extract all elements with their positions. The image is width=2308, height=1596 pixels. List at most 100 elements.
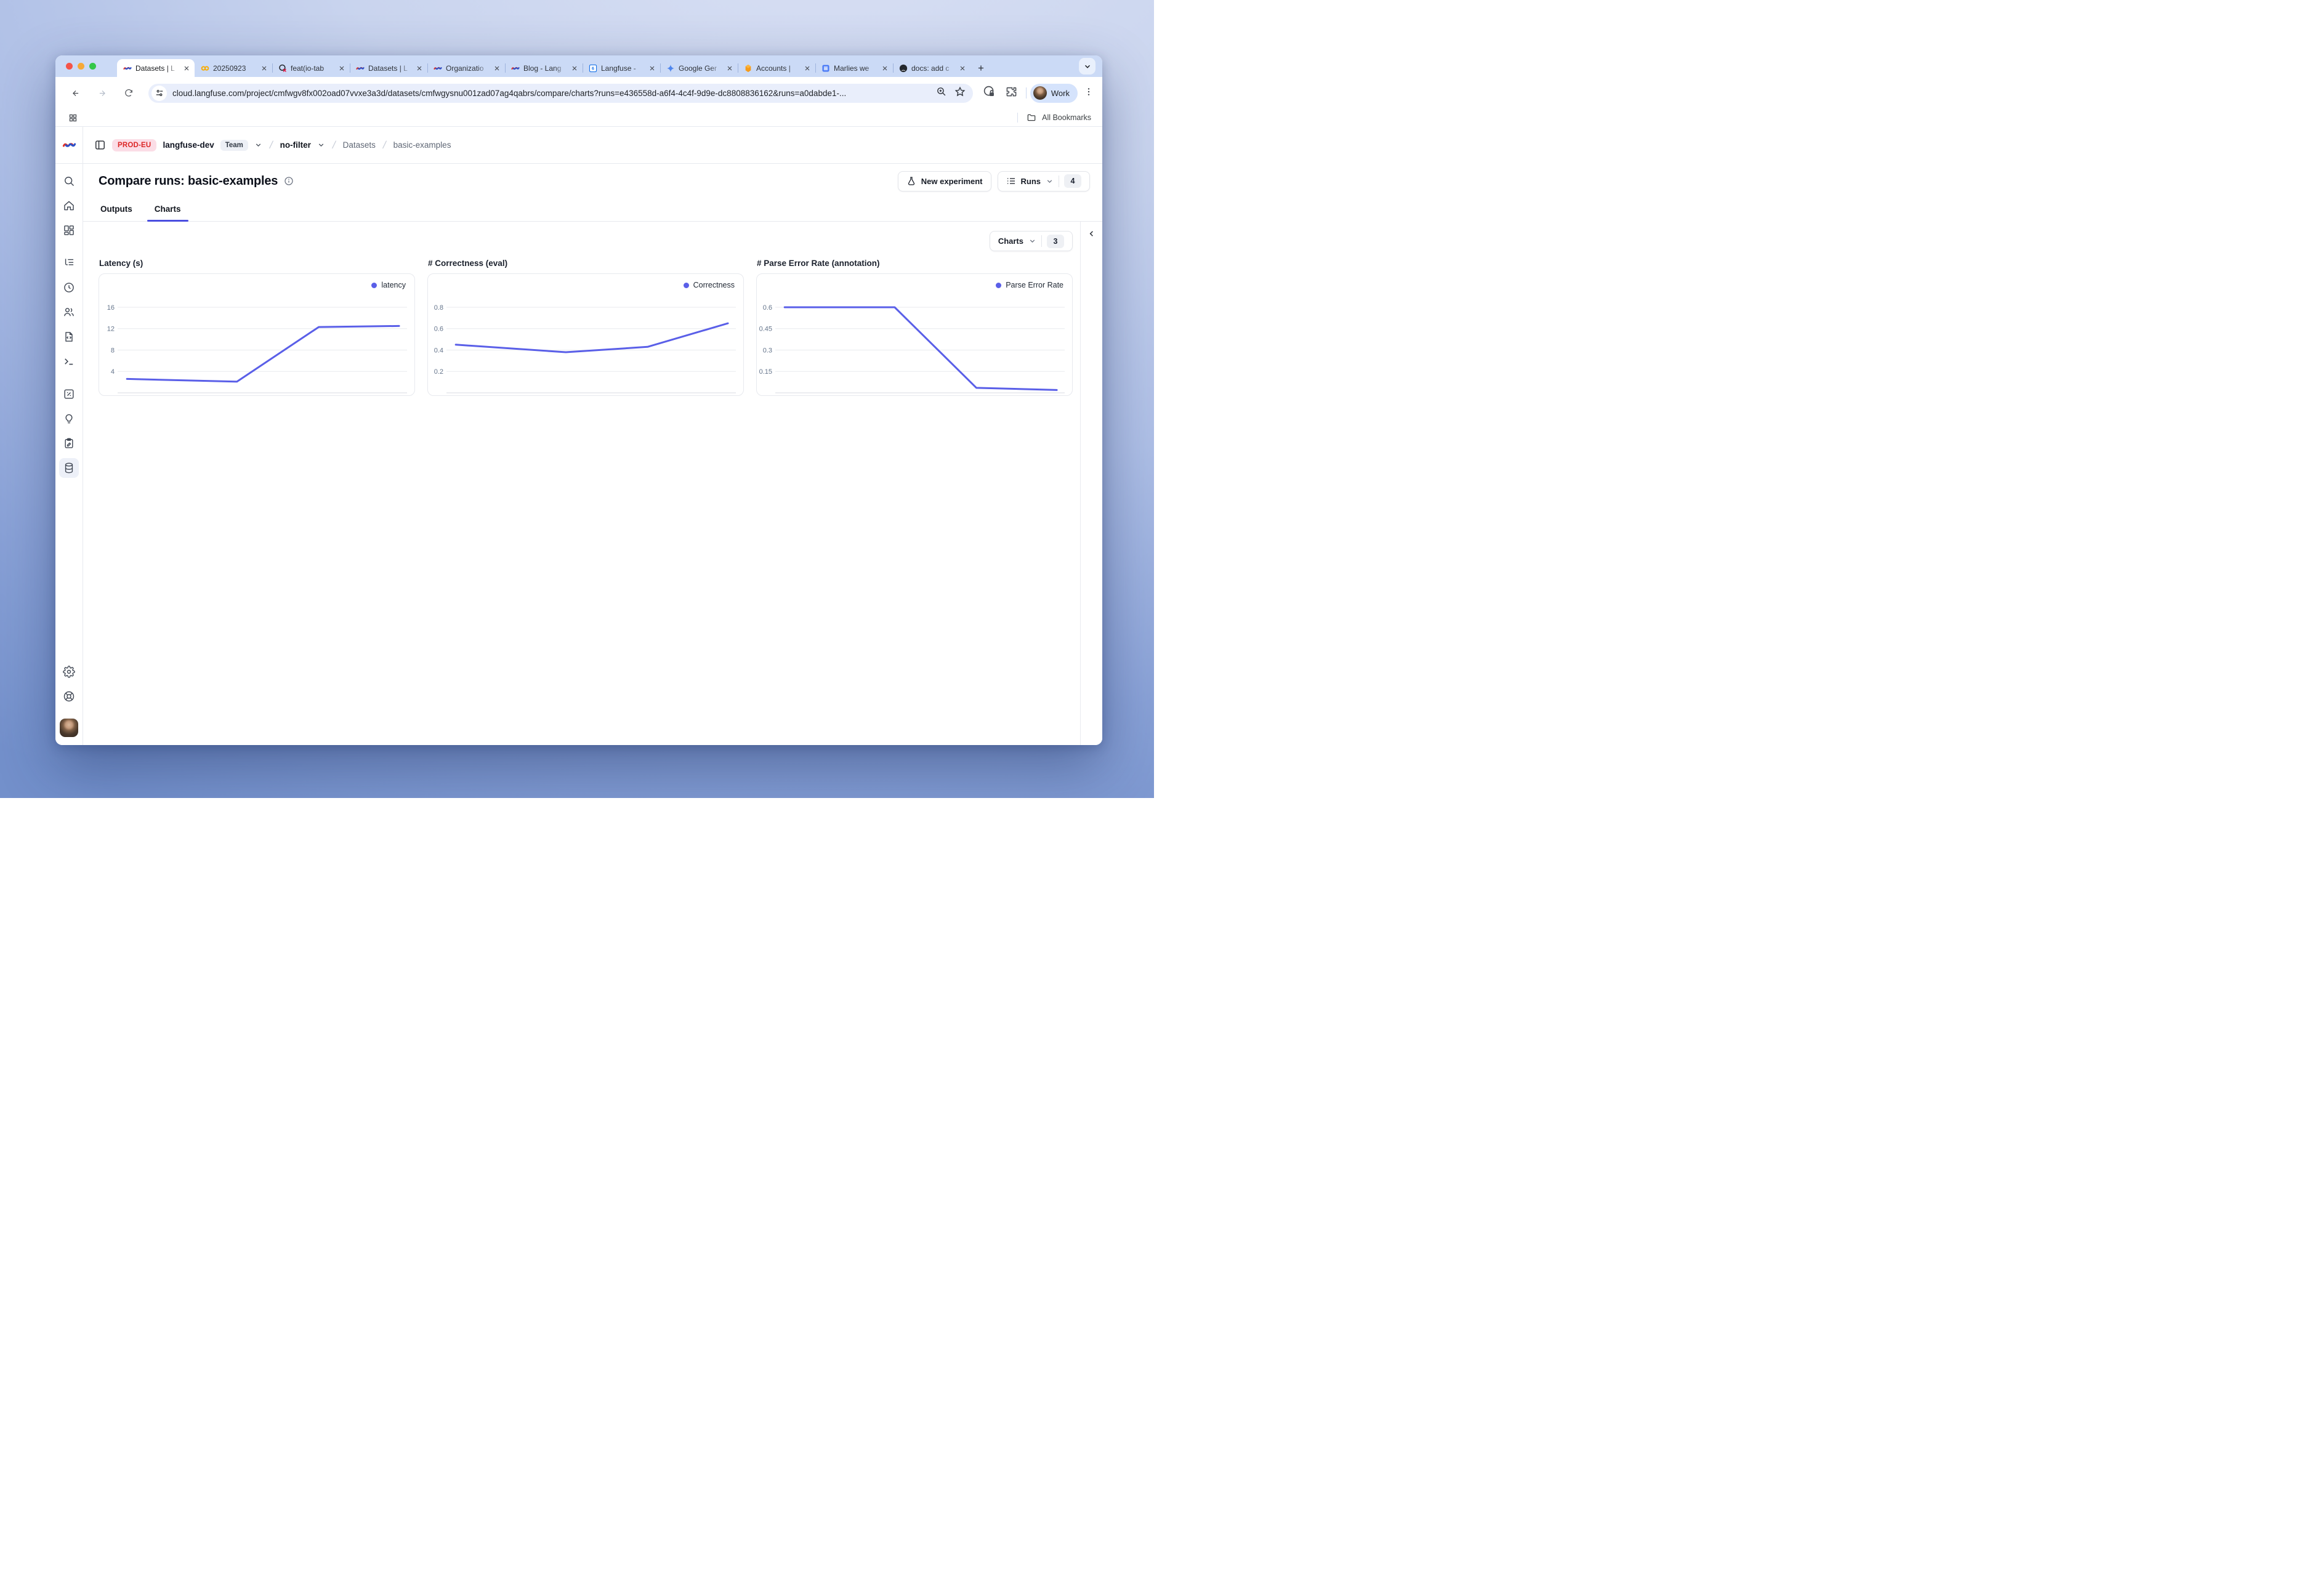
legend-dot-icon [684, 283, 689, 288]
bookmark-star-icon[interactable] [954, 86, 966, 100]
browser-tab-9[interactable]: Accounts | [738, 59, 815, 77]
browser-menu-button[interactable] [1084, 87, 1094, 100]
list-icon [1006, 176, 1016, 186]
sidebar-item-dashboards[interactable] [59, 220, 79, 240]
browser-tab-8[interactable]: Google Ger [660, 59, 738, 77]
new-tab-button[interactable] [973, 60, 989, 76]
svg-text:0.2: 0.2 [434, 368, 443, 376]
privacy-lock-icon[interactable] [983, 85, 996, 101]
sidebar-item-tracing[interactable] [59, 253, 79, 273]
sidebar-item-insights[interactable] [59, 409, 79, 429]
zoom-window-button[interactable] [89, 63, 96, 70]
extensions-icon[interactable] [1006, 86, 1017, 100]
browser-tab-1[interactable]: Datasets | L [117, 59, 195, 77]
chart-canvas: 0.150.30.450.6 [757, 274, 1072, 395]
zoom-page-icon[interactable] [936, 86, 946, 100]
search-icon [63, 175, 75, 187]
langfuse-icon [434, 64, 442, 73]
tab-title: Datasets | L [135, 64, 179, 73]
sidebar-item-users[interactable] [59, 302, 79, 322]
chevron-down-icon [1046, 177, 1054, 185]
sidebar-item-search[interactable] [59, 171, 79, 191]
browser-tab-2[interactable]: 20250923 [195, 59, 272, 77]
chart-card: 0.20.40.60.8Correctness [427, 273, 744, 396]
sidebar-item-playground[interactable] [59, 352, 79, 371]
langfuse-logo[interactable] [55, 127, 83, 164]
button-divider [1041, 235, 1042, 247]
gear-icon [63, 666, 75, 678]
back-button[interactable] [68, 85, 84, 101]
browser-tab-7[interactable]: 6Langfuse - [583, 59, 660, 77]
toolbar-divider [1026, 87, 1027, 99]
legend-dot-icon [996, 283, 1001, 288]
project-name[interactable]: no-filter [280, 140, 311, 150]
close-tab-icon[interactable] [183, 65, 190, 72]
arrow-right-icon [98, 87, 107, 99]
sidebar-toggle-button[interactable] [94, 139, 106, 151]
sidebar-item-settings[interactable] [59, 662, 79, 682]
sidebar-item-prompts[interactable] [59, 327, 79, 347]
charts-selector-button[interactable]: Charts 3 [990, 231, 1073, 251]
close-tab-icon[interactable] [260, 65, 268, 72]
browser-tab-10[interactable]: Marlies we [815, 59, 893, 77]
org-switcher-chevron[interactable] [254, 141, 262, 149]
langfuse-app: PROD-EU langfuse-dev Team / no-filter / … [55, 127, 1102, 745]
sidebar-item-home[interactable] [59, 196, 79, 216]
close-tab-icon[interactable] [726, 65, 733, 72]
browser-tab-5[interactable]: Organizatio [427, 59, 505, 77]
legend-label: Parse Error Rate [1006, 281, 1063, 289]
runs-label: Runs [1021, 177, 1041, 186]
tab-outputs[interactable]: Outputs [99, 198, 134, 221]
new-experiment-button[interactable]: New experiment [898, 171, 991, 191]
tab-charts[interactable]: Charts [153, 198, 183, 221]
close-tab-icon[interactable] [338, 65, 345, 72]
close-tab-icon[interactable] [416, 65, 423, 72]
sidebar-item-datasets[interactable] [59, 458, 79, 478]
tab-title: Langfuse - [601, 64, 645, 73]
all-bookmarks-button[interactable]: All Bookmarks [1017, 113, 1091, 123]
browser-profile-chip[interactable]: Work [1030, 84, 1078, 103]
close-tab-icon[interactable] [959, 65, 966, 72]
close-tab-icon[interactable] [493, 65, 501, 72]
address-bar[interactable]: cloud.langfuse.com/project/cmfwgv8fx002o… [148, 84, 973, 103]
browser-tab-11[interactable]: docs: add c [893, 59, 970, 77]
github-icon [899, 64, 908, 73]
chevron-down-icon [1083, 62, 1092, 71]
breadcrumb-dataset-name[interactable]: basic-examples [393, 140, 451, 150]
url-text[interactable]: cloud.langfuse.com/project/cmfwgv8fx002o… [172, 89, 928, 98]
browser-tab-4[interactable]: Datasets | L [350, 59, 427, 77]
browser-tab-3[interactable]: feat(io-tab [272, 59, 350, 77]
datasets-icon [63, 462, 75, 474]
minimize-window-button[interactable] [78, 63, 84, 70]
sidebar-item-support[interactable] [59, 687, 79, 706]
tab-search-button[interactable] [1079, 58, 1095, 75]
close-window-button[interactable] [66, 63, 73, 70]
charts-count-badge: 3 [1047, 235, 1064, 248]
org-name[interactable]: langfuse-dev [163, 140, 214, 150]
info-icon[interactable] [284, 176, 294, 186]
close-tab-icon[interactable] [648, 65, 656, 72]
breadcrumb-datasets-link[interactable]: Datasets [343, 140, 376, 150]
sidebar-item-sessions[interactable] [59, 278, 79, 297]
chart-legend: Correctness [684, 281, 735, 289]
apps-grid-icon[interactable] [68, 113, 78, 123]
user-avatar[interactable] [60, 719, 78, 737]
project-switcher-chevron[interactable] [317, 141, 325, 149]
collapse-panel-button[interactable] [1087, 229, 1096, 238]
close-tab-icon[interactable] [804, 65, 811, 72]
runs-selector-button[interactable]: Runs 4 [998, 171, 1091, 191]
browser-tab-6[interactable]: Blog - Lang [505, 59, 583, 77]
site-settings-button[interactable] [151, 86, 167, 101]
content-wrap: Charts 3 Latency (s)481216latency# Corre… [83, 222, 1102, 745]
chevron-left-icon [1087, 229, 1096, 238]
notes-icon [821, 64, 830, 73]
forward-button[interactable] [94, 85, 110, 101]
sidebar-item-annotation-queues[interactable] [59, 433, 79, 453]
browser-tab-strip: Datasets | L20250923feat(io-tabDatasets … [55, 55, 1102, 77]
sidebar-nav [59, 164, 79, 483]
chart-title: # Correctness (eval) [428, 259, 744, 268]
close-tab-icon[interactable] [571, 65, 578, 72]
sidebar-item-evaluators[interactable] [59, 384, 79, 404]
reload-button[interactable] [121, 85, 137, 101]
close-tab-icon[interactable] [881, 65, 889, 72]
